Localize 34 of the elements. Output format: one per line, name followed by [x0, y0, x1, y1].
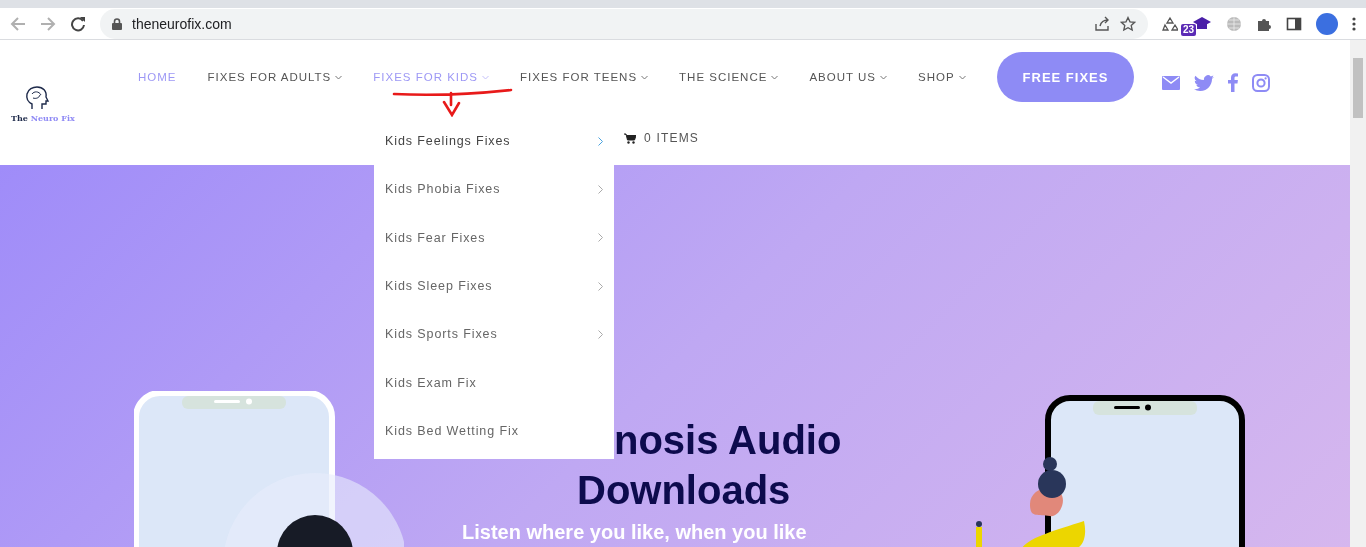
cart-icon[interactable] — [624, 132, 636, 144]
facebook-icon[interactable] — [1228, 73, 1239, 92]
hero-title: Downloads — [577, 468, 791, 513]
mail-icon[interactable] — [1162, 75, 1181, 90]
logo-text: The Neuro Fix — [11, 113, 75, 123]
menu-item[interactable]: Kids Fear Fixes — [374, 213, 614, 262]
nav-link[interactable]: THE SCIENCE — [679, 52, 779, 102]
menu-item[interactable]: Kids Feelings Fixes — [374, 117, 614, 166]
menu-item[interactable]: Kids Bed Wetting Fix — [374, 406, 614, 456]
nav-link[interactable]: ABOUT US — [809, 52, 887, 102]
nav-link[interactable]: SHOP — [917, 52, 966, 102]
instagram-icon[interactable] — [1252, 73, 1271, 92]
menu-icon[interactable] — [1352, 15, 1356, 32]
scrollbar[interactable] — [1350, 40, 1366, 547]
cart-count[interactable]: 0 ITEMS — [644, 131, 700, 145]
head-logo-icon — [24, 85, 50, 111]
hero-subtitle: Listen where you like, when you like — [462, 521, 807, 544]
extension-badge: 23 — [1181, 24, 1197, 36]
address-bar[interactable]: theneurofix.com — [100, 8, 1148, 39]
nav-link[interactable]: FIXES FOR TEENS — [520, 52, 649, 102]
star-icon[interactable] — [1120, 15, 1136, 32]
menu-item[interactable]: Kids Sleep Fixes — [374, 261, 614, 311]
nav-link[interactable]: FIXES FOR ADULTS — [207, 52, 343, 102]
menu-item[interactable]: Kids Phobia Fixes — [374, 165, 614, 214]
menu-item[interactable]: Kids Sports Fixes — [374, 310, 614, 359]
twitter-bird-icon[interactable] — [1194, 74, 1215, 91]
lock-icon — [112, 17, 122, 30]
reload-icon[interactable] — [70, 15, 86, 32]
graduation-cap-icon[interactable] — [1192, 15, 1212, 32]
profile-avatar[interactable] — [1316, 12, 1338, 35]
side-panel-icon[interactable] — [1286, 15, 1302, 32]
share-icon[interactable] — [1094, 15, 1110, 32]
hero-title: nosis Audio — [614, 418, 842, 463]
menu-item[interactable]: Kids Exam Fix — [374, 358, 614, 407]
